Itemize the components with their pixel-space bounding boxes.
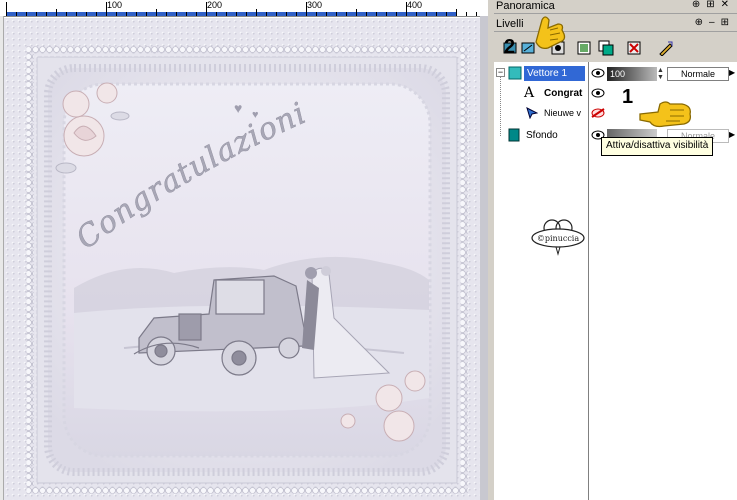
ruler-tick	[346, 12, 347, 16]
ruler-tick	[206, 2, 207, 16]
ruler-tick	[186, 12, 187, 16]
ruler-tick	[276, 12, 277, 16]
ruler-tick	[376, 12, 377, 16]
vector-layer-icon	[508, 66, 522, 80]
ruler-tick	[146, 12, 147, 16]
expand-arrow-icon[interactable]: ▶	[729, 68, 735, 77]
ruler-tick	[126, 12, 127, 16]
ruler-tick	[296, 12, 297, 16]
ruler-tick	[36, 12, 37, 16]
ruler-tick	[366, 12, 367, 16]
ruler-tick	[466, 12, 467, 16]
livelli-controls[interactable]: ⊕–⊞	[695, 17, 735, 28]
tree-line	[500, 76, 502, 136]
svg-text:♥: ♥	[252, 109, 259, 121]
ruler-tick	[236, 12, 237, 16]
ruler-tick	[456, 9, 457, 16]
visibility-hidden-icon[interactable]	[591, 108, 605, 118]
layer-row-sfondo[interactable]: Sfondo	[494, 126, 588, 146]
watermark-logo: ©pinuccia	[531, 219, 585, 256]
pointing-hand-icon	[639, 101, 692, 128]
ruler-tick	[16, 12, 17, 16]
ruler-tick	[316, 12, 317, 16]
ruler-tick	[66, 12, 67, 16]
ruler-tick	[76, 12, 77, 16]
panoramica-title: Panoramica	[496, 0, 555, 12]
ruler-tick	[196, 12, 197, 16]
ruler-tick	[476, 12, 477, 16]
delete-layer-icon[interactable]	[626, 40, 642, 56]
adjustment-layer-icon[interactable]	[576, 40, 592, 56]
ruler-tick	[96, 12, 97, 16]
ruler-tick	[246, 12, 247, 16]
ruler-tick	[306, 2, 307, 16]
ruler-label-200: 200	[207, 0, 223, 10]
ruler-tick	[136, 12, 137, 16]
livelli-title: Livelli	[496, 18, 524, 30]
ruler-tick	[446, 12, 447, 16]
ruler-tick	[426, 12, 427, 16]
ruler-tick	[156, 9, 157, 16]
ruler-tick	[326, 12, 327, 16]
ruler-tick	[256, 9, 257, 16]
wedding-card-image: Congratulazioni ♥ ♥	[4, 18, 486, 500]
annotation-number-2: 2	[504, 36, 516, 58]
ruler-tick	[436, 12, 437, 16]
ruler-tick	[386, 12, 387, 16]
annotation-number-1: 1	[622, 86, 634, 108]
layer-tree: − Vettore 1 A Congrat Nieuwe v Sfondo	[494, 62, 589, 500]
ruler-tick	[26, 12, 27, 16]
ruler-tick	[336, 12, 337, 16]
ruler-tick	[396, 12, 397, 16]
ruler-tick	[46, 12, 47, 16]
image-canvas[interactable]: 100 200 300 400 Congratulazioni ♥ ♥	[0, 0, 488, 500]
duplicate-layer-icon[interactable]	[598, 40, 614, 56]
visibility-tooltip: Attiva/disattiva visibilità	[601, 137, 714, 156]
blend-mode-select[interactable]: Normale	[667, 67, 729, 81]
svg-text:♥: ♥	[234, 100, 242, 116]
layer-name-nieuwe[interactable]: Nieuwe v	[544, 108, 586, 118]
ruler-tick	[226, 12, 227, 16]
layer-row-vettore[interactable]: − Vettore 1	[494, 64, 588, 84]
ruler-tick	[116, 12, 117, 16]
layer-properties-icon[interactable]	[658, 40, 674, 56]
ruler-tick	[416, 12, 417, 16]
ruler-label-300: 300	[307, 0, 323, 10]
ruler-tick	[6, 2, 7, 16]
horizontal-ruler: 100 200 300 400	[0, 0, 488, 17]
ruler-tick	[356, 9, 357, 16]
ruler-tick	[106, 2, 107, 16]
ruler-tick	[266, 12, 267, 16]
ruler-tick	[86, 12, 87, 16]
vector-object-icon	[526, 107, 538, 119]
ruler-tick	[176, 12, 177, 16]
ruler-label-400: 400	[407, 0, 423, 10]
props-row-vettore: 100 ▲ ▼ Normale ▶	[589, 64, 737, 84]
layer-name-sfondo[interactable]: Sfondo	[526, 130, 582, 141]
ruler-selection-bar	[6, 12, 456, 16]
opacity-spinner[interactable]: ▲ ▼	[657, 67, 665, 81]
watermark-text: ©pinuccia	[537, 234, 580, 243]
raster-layer-icon	[508, 128, 520, 142]
layer-name-vettore[interactable]: Vettore 1	[524, 66, 585, 81]
visibility-eye-icon[interactable]	[591, 68, 605, 78]
ruler-tick	[166, 12, 167, 16]
text-object-icon: A	[524, 85, 535, 101]
ruler-tick	[406, 2, 407, 16]
opacity-slider[interactable]: 100	[607, 67, 657, 81]
expand-arrow-icon[interactable]: ▶	[729, 130, 735, 139]
ruler-tick	[56, 9, 57, 16]
layers-palette: − Vettore 1 A Congrat Nieuwe v Sfondo 10…	[494, 62, 737, 500]
pointing-hand-icon	[535, 16, 566, 50]
canvas-scrollbar[interactable]	[480, 16, 488, 500]
ruler-tick	[216, 12, 217, 16]
layer-row-nieuwe[interactable]: Nieuwe v	[494, 104, 588, 124]
visibility-eye-icon[interactable]	[591, 88, 605, 98]
panoramica-controls[interactable]: ⊕⊞✕	[692, 0, 735, 10]
layer-name-congrat[interactable]: Congrat	[544, 88, 586, 99]
ruler-label-100: 100	[107, 0, 123, 10]
layer-row-text[interactable]: A Congrat	[494, 84, 588, 104]
ruler-tick	[286, 12, 287, 16]
